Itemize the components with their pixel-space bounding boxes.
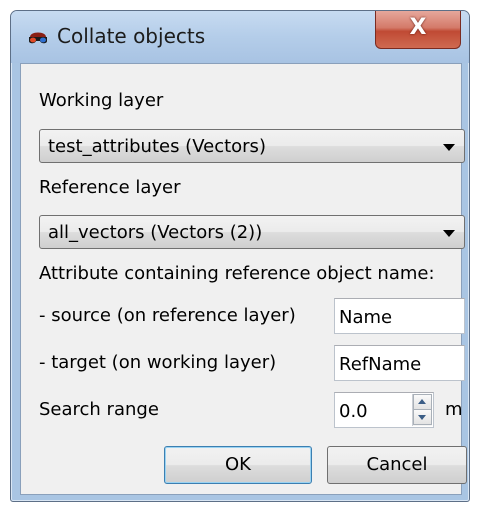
collate-objects-dialog: Collate objects X Working layer test_att… <box>10 10 470 502</box>
search-range-value: 0.0 <box>339 401 368 422</box>
working-layer-select[interactable]: test_attributes (Vectors) <box>39 129 465 163</box>
spin-down-icon[interactable] <box>413 409 432 425</box>
close-button[interactable]: X <box>375 11 461 49</box>
target-label: - target (on working layer) <box>39 352 277 373</box>
source-label: - source (on reference layer) <box>39 305 296 326</box>
chevron-down-icon <box>443 230 455 237</box>
working-layer-label: Working layer <box>39 90 164 111</box>
title-bar[interactable]: Collate objects X <box>11 11 469 63</box>
chevron-down-icon <box>443 144 455 151</box>
reference-layer-select[interactable]: all_vectors (Vectors (2)) <box>39 215 465 249</box>
source-field[interactable]: Name <box>334 298 465 334</box>
window-title: Collate objects <box>57 24 206 48</box>
search-range-label: Search range <box>39 399 159 420</box>
search-range-spinbox[interactable]: 0.0 <box>334 392 434 428</box>
spinner-buttons <box>412 394 432 426</box>
ok-button[interactable]: OK <box>164 446 312 484</box>
working-layer-value: test_attributes (Vectors) <box>48 136 266 157</box>
search-range-unit: m <box>445 399 463 420</box>
close-icon: X <box>409 15 427 40</box>
reference-layer-value: all_vectors (Vectors (2)) <box>48 222 263 243</box>
source-value: Name <box>339 307 393 328</box>
reference-layer-label: Reference layer <box>39 177 181 198</box>
cancel-button[interactable]: Cancel <box>327 446 467 484</box>
3d-glasses-icon <box>29 32 47 44</box>
target-field[interactable]: RefName <box>334 345 465 381</box>
attribute-section-label: Attribute containing reference object na… <box>39 263 435 284</box>
target-value: RefName <box>339 354 422 375</box>
dialog-body: Working layer test_attributes (Vectors) … <box>20 63 467 495</box>
spin-up-icon[interactable] <box>413 394 432 410</box>
